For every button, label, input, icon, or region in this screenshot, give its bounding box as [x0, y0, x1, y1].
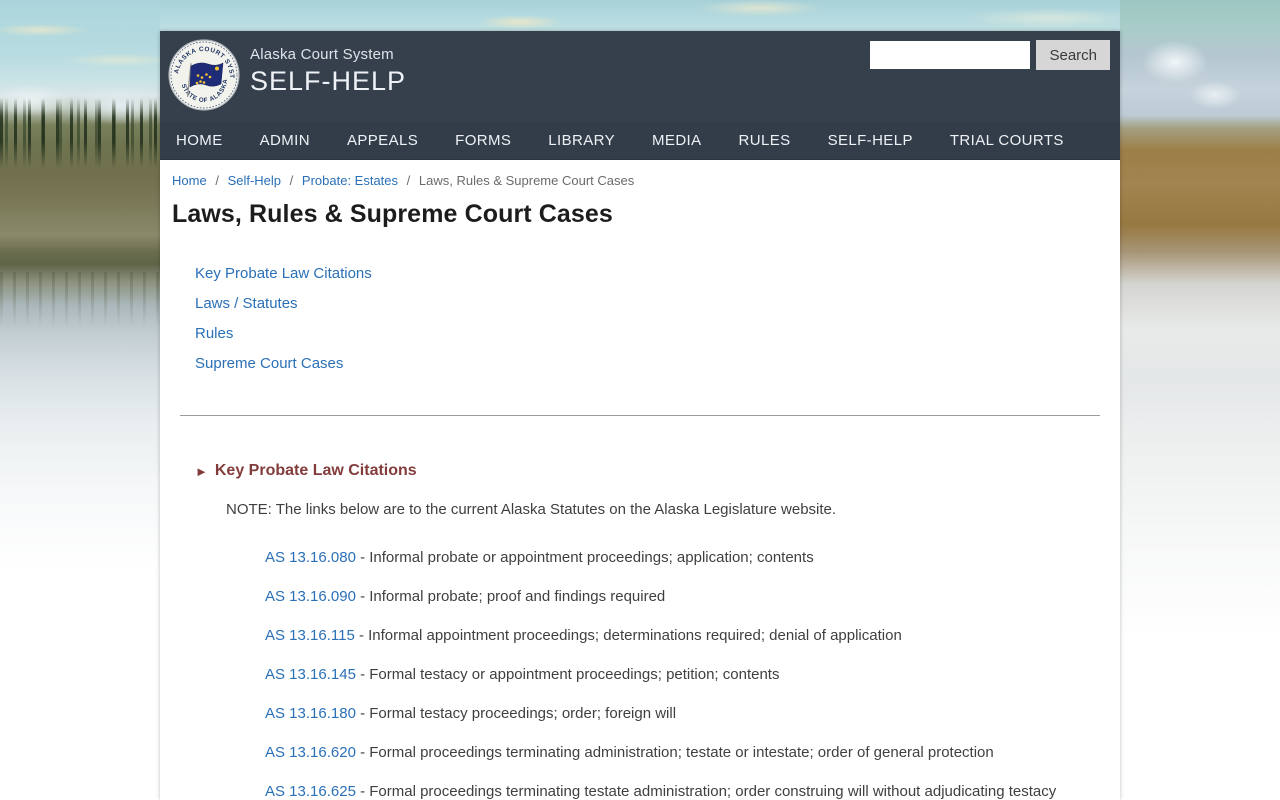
statute-description: - Informal probate or appointment procee… [355, 549, 814, 566]
nav-item-home[interactable]: HOME [176, 132, 223, 149]
site-section-title: SELF-HELP [250, 66, 407, 96]
nav-item-admin[interactable]: ADMIN [260, 132, 310, 149]
main-content: Home / Self-Help / Probate: Estates / La… [160, 160, 1120, 800]
statute-link[interactable]: AS 13.16.620 [265, 744, 356, 761]
toc-link-rules[interactable]: Rules [195, 325, 233, 342]
nav-item-media[interactable]: MEDIA [652, 132, 702, 149]
statute-item: AS 13.16.090 - Informal probate; proof a… [265, 589, 1100, 604]
section-divider [180, 415, 1100, 416]
statute-link[interactable]: AS 13.16.625 [265, 783, 356, 800]
statute-item: AS 13.16.180 - Formal testacy proceeding… [265, 706, 1100, 721]
statute-link[interactable]: AS 13.16.115 [265, 627, 355, 644]
alaska-court-system-seal-logo: ALASKA COURT SYSTEM STATE OF ALASKA [168, 39, 240, 111]
breadcrumb-link-home[interactable]: Home [172, 173, 207, 188]
note-text: NOTE: The links below are to the current… [226, 501, 837, 518]
statute-list: AS 13.16.080 - Informal probate or appoi… [265, 550, 1100, 799]
page-container: ALASKA COURT SYSTEM STATE OF ALASKA Alas… [160, 31, 1120, 800]
statute-description: - Informal appointment proceedings; dete… [354, 627, 902, 644]
statute-link[interactable]: AS 13.16.090 [265, 588, 356, 605]
breadcrumb: Home / Self-Help / Probate: Estates / La… [172, 173, 1100, 188]
site-header: ALASKA COURT SYSTEM STATE OF ALASKA Alas… [160, 31, 1120, 122]
statute-item: AS 13.16.115 - Informal appointment proc… [265, 628, 1100, 643]
background-photo-right [1120, 0, 1280, 800]
toc-link-key-probate-law-citations[interactable]: Key Probate Law Citations [195, 265, 372, 282]
statute-link[interactable]: AS 13.16.080 [265, 549, 356, 566]
nav-item-library[interactable]: LIBRARY [548, 132, 615, 149]
statute-item: AS 13.16.625 - Formal proceedings termin… [265, 784, 1100, 799]
nav-item-appeals[interactable]: APPEALS [347, 132, 418, 149]
background-sky [0, 0, 1280, 32]
search-input[interactable] [870, 41, 1031, 69]
main-navigation: HOME ADMIN APPEALS FORMS LIBRARY MEDIA R… [160, 122, 1120, 160]
statute-link[interactable]: AS 13.16.180 [265, 705, 356, 722]
statute-description: - Informal probate; proof and findings r… [355, 588, 666, 605]
breadcrumb-link-probate-estates[interactable]: Probate: Estates [302, 173, 398, 188]
nav-item-forms[interactable]: FORMS [455, 132, 511, 149]
breadcrumb-link-self-help[interactable]: Self-Help [228, 173, 281, 188]
nav-item-trial-courts[interactable]: TRIAL COURTS [950, 132, 1064, 149]
nav-item-self-help[interactable]: SELF-HELP [828, 132, 913, 149]
breadcrumb-separator: / [215, 173, 219, 188]
statute-description: - Formal proceedings terminating testate… [355, 783, 1057, 800]
statute-description: - Formal proceedings terminating adminis… [355, 744, 994, 761]
statute-item: AS 13.16.620 - Formal proceedings termin… [265, 745, 1100, 760]
breadcrumb-current-page: Laws, Rules & Supreme Court Cases [418, 173, 635, 188]
toc-link-supreme-court-cases[interactable]: Supreme Court Cases [195, 355, 343, 372]
search-box: Search [870, 40, 1110, 70]
breadcrumb-separator: / [289, 173, 294, 188]
statute-link[interactable]: AS 13.16.145 [265, 666, 356, 683]
section-heading-key-probate-law-citations: ► Key Probate Law Citations [195, 462, 1100, 480]
nav-item-rules[interactable]: RULES [739, 132, 791, 149]
table-of-contents: Key Probate Law Citations Laws / Statute… [195, 258, 1100, 378]
statute-description: - Formal testacy or appointment proceedi… [355, 666, 780, 683]
page-title: Laws, Rules & Supreme Court Cases [172, 200, 613, 228]
triangle-arrow-icon: ► [195, 463, 208, 479]
section-heading-text: Key Probate Law Citations [214, 462, 417, 479]
breadcrumb-separator: / [406, 173, 411, 188]
search-button[interactable]: Search [1036, 40, 1110, 70]
toc-link-laws-statutes[interactable]: Laws / Statutes [195, 295, 298, 312]
statute-description: - Formal testacy proceedings; order; for… [355, 705, 677, 722]
statute-item: AS 13.16.145 - Formal testacy or appoint… [265, 667, 1100, 682]
background-photo-left [0, 0, 160, 800]
statute-item: AS 13.16.080 - Informal probate or appoi… [265, 550, 1100, 565]
